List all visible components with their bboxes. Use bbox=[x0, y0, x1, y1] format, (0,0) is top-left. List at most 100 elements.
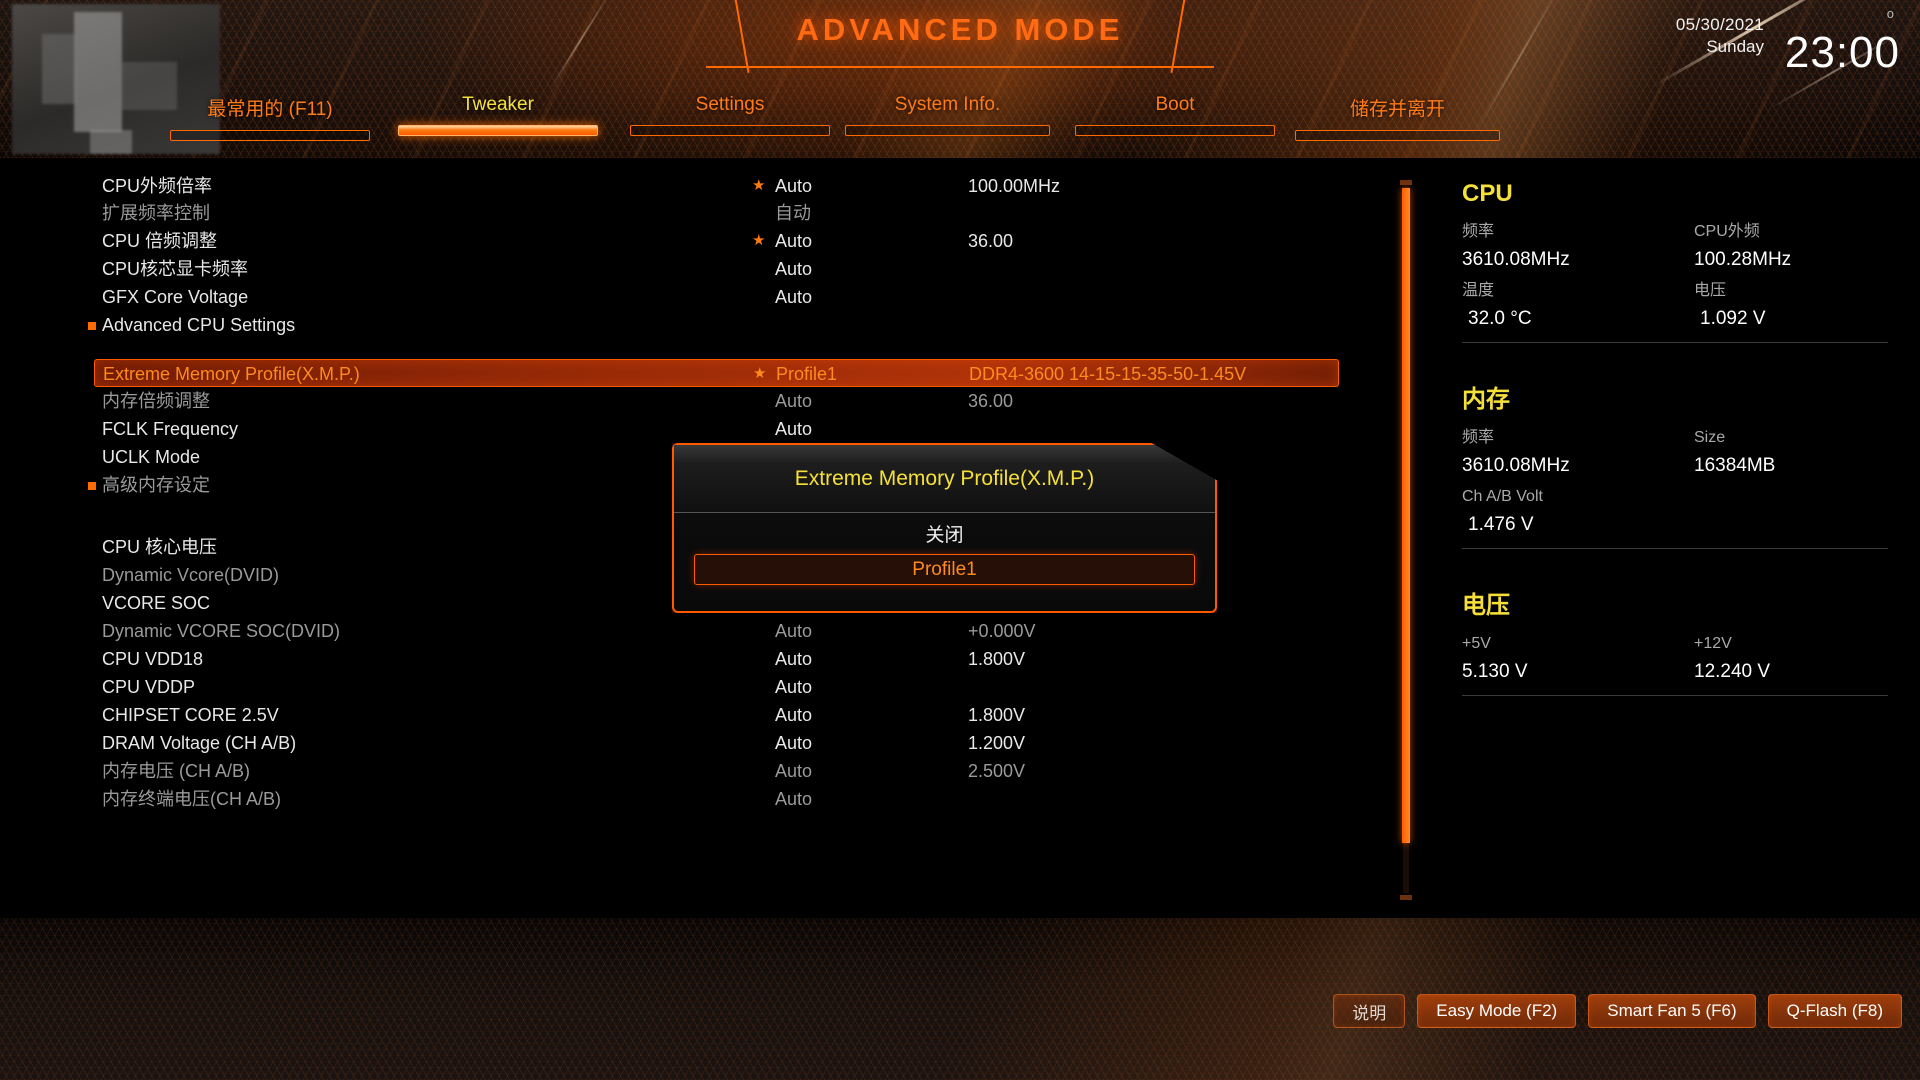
setting-value[interactable]: Auto bbox=[775, 172, 812, 200]
setting-label: UCLK Mode bbox=[102, 447, 201, 467]
setting-row[interactable]: 内存电压 (CH A/B) Auto 2.500V bbox=[0, 757, 1345, 785]
tab-label: 最常用的 (F11) bbox=[207, 99, 333, 120]
section-divider bbox=[1462, 548, 1888, 549]
degree-mark: o bbox=[1886, 6, 1894, 21]
tab-underline bbox=[630, 125, 830, 136]
setting-row[interactable]: CHIPSET CORE 2.5V Auto 1.800V bbox=[0, 701, 1345, 729]
footer-bar: 说明 Easy Mode (F2) Smart Fan 5 (F6) Q-Flash … bbox=[0, 918, 1920, 1080]
setting-label: Dynamic VCORE SOC(DVID) bbox=[102, 621, 341, 641]
monitor-section-title: 内存 bbox=[1462, 386, 1510, 413]
smart-fan-button[interactable]: Smart Fan 5 (F6) bbox=[1588, 994, 1756, 1028]
setting-value[interactable]: Auto bbox=[775, 415, 812, 443]
setting-value[interactable]: Auto bbox=[775, 645, 812, 673]
tab-label: 储存并离开 bbox=[1349, 99, 1445, 120]
monitor-cell: 频率 3610.08MHz bbox=[1440, 424, 1672, 481]
setting-value-detail: 2.500V bbox=[968, 761, 1026, 781]
setting-row[interactable]: CPU VDDP Auto bbox=[0, 673, 1345, 701]
easy-mode-button[interactable]: Easy Mode (F2) bbox=[1417, 994, 1577, 1028]
setting-row[interactable]: Advanced CPU Settings bbox=[0, 311, 1345, 339]
monitor-cell: CPU外频 100.28MHz bbox=[1672, 218, 1904, 275]
setting-value[interactable]: Auto bbox=[775, 757, 812, 785]
setting-label: VCORE SOC bbox=[102, 593, 211, 613]
setting-value-detail: 1.800V bbox=[968, 705, 1026, 725]
tab-favorites[interactable]: 最常用的 (F11) bbox=[170, 94, 370, 141]
clock-day: Sunday bbox=[1706, 37, 1764, 56]
monitor-key: 频率 bbox=[1462, 429, 1495, 446]
setting-row[interactable]: 内存终端电压(CH A/B) Auto bbox=[0, 785, 1345, 813]
setting-label: Dynamic Vcore(DVID) bbox=[102, 565, 280, 585]
tab-label: Tweaker bbox=[462, 94, 534, 115]
help-button[interactable]: 说明 bbox=[1333, 994, 1406, 1028]
setting-row[interactable]: 扩展频率控制 自动 bbox=[0, 199, 1345, 227]
setting-value[interactable]: Auto bbox=[775, 701, 812, 729]
setting-row[interactable]: CPU核芯显卡频率 Auto bbox=[0, 255, 1345, 283]
tab-tweaker[interactable]: Tweaker bbox=[398, 94, 598, 136]
setting-value[interactable]: Auto bbox=[775, 617, 812, 645]
monitor-key: 电压 bbox=[1694, 282, 1727, 299]
setting-value-detail: 1.800V bbox=[968, 649, 1026, 669]
setting-row[interactable]: CPU 倍频调整 ★ Auto 36.00 bbox=[0, 227, 1345, 255]
setting-value[interactable]: Auto bbox=[775, 227, 812, 255]
setting-row[interactable]: FCLK Frequency Auto bbox=[0, 415, 1345, 443]
tab-boot[interactable]: Boot bbox=[1075, 94, 1275, 136]
favorite-star-icon[interactable]: ★ bbox=[752, 177, 765, 195]
monitor-cell: Ch A/B Volt 1.476 V bbox=[1440, 483, 1672, 540]
monitor-key: CPU外频 bbox=[1694, 223, 1760, 240]
tab-label: Boot bbox=[1155, 94, 1195, 115]
tab-system-info[interactable]: System Info. bbox=[845, 94, 1050, 136]
dialog-option[interactable]: Profile1 bbox=[694, 554, 1195, 585]
monitor-value: 16384MB bbox=[1694, 455, 1776, 476]
setting-value[interactable]: Auto bbox=[775, 255, 812, 283]
q-flash-button[interactable]: Q-Flash (F8) bbox=[1767, 994, 1902, 1028]
monitor-key: +12V bbox=[1694, 635, 1732, 652]
submenu-arrow-icon bbox=[88, 322, 96, 330]
monitor-cell bbox=[1672, 483, 1904, 540]
scrollbar-thumb[interactable] bbox=[1402, 188, 1410, 843]
setting-value[interactable]: Auto bbox=[775, 785, 812, 813]
scrollbar-bottom-cap bbox=[1400, 895, 1412, 900]
setting-value[interactable]: Auto bbox=[775, 729, 812, 757]
setting-label: 内存终端电压(CH A/B) bbox=[102, 789, 282, 809]
page-title: ADVANCED MODE bbox=[796, 12, 1124, 47]
setting-value[interactable]: Auto bbox=[775, 283, 812, 311]
tab-label: System Info. bbox=[894, 94, 1001, 115]
setting-value[interactable]: Profile1 bbox=[776, 360, 837, 388]
dialog-title: Extreme Memory Profile(X.M.P.) bbox=[794, 466, 1095, 490]
monitor-grid: +5V 5.130 V +12V 12.240 V bbox=[1440, 630, 1910, 689]
section-divider bbox=[1462, 342, 1888, 343]
setting-value[interactable]: 自动 bbox=[775, 199, 811, 227]
submenu-arrow-icon bbox=[88, 482, 96, 490]
monitor-section: 电压 +5V 5.130 V +12V 12.240 V bbox=[1440, 585, 1910, 732]
setting-row[interactable]: GFX Core Voltage Auto bbox=[0, 283, 1345, 311]
settings-scrollbar[interactable] bbox=[1398, 180, 1414, 1068]
section-divider bbox=[1462, 695, 1888, 696]
setting-value[interactable]: Auto bbox=[775, 387, 812, 415]
setting-row[interactable]: Extreme Memory Profile(X.M.P.) ★ Profile1 D… bbox=[94, 359, 1339, 387]
setting-value-detail: 100.00MHz bbox=[968, 176, 1061, 196]
monitor-value: 12.240 V bbox=[1694, 661, 1771, 682]
main-tab-bar[interactable]: 最常用的 (F11) Tweaker Settings System Info. Boo… bbox=[0, 94, 1920, 146]
dialog-option-list[interactable]: 关闭 Profile1 bbox=[674, 518, 1215, 585]
tab-save-exit[interactable]: 储存并离开 bbox=[1295, 94, 1500, 141]
tab-underline bbox=[1075, 125, 1275, 136]
setting-label: CPU外频倍率 bbox=[102, 176, 213, 196]
tab-settings[interactable]: Settings bbox=[630, 94, 830, 136]
setting-row[interactable]: Dynamic VCORE SOC(DVID) Auto +0.000V bbox=[0, 617, 1345, 645]
footer-button-group[interactable]: 说明 Easy Mode (F2) Smart Fan 5 (F6) Q-Flash … bbox=[1333, 994, 1902, 1028]
favorite-star-icon[interactable]: ★ bbox=[753, 365, 766, 383]
setting-label: CHIPSET CORE 2.5V bbox=[102, 705, 279, 725]
clock-date: 05/30/2021 bbox=[1675, 15, 1764, 34]
dialog-option[interactable]: 关闭 bbox=[694, 518, 1195, 549]
setting-value-detail: 1.200V bbox=[968, 733, 1026, 753]
setting-row[interactable]: CPU外频倍率 ★ Auto 100.00MHz bbox=[0, 172, 1345, 200]
scrollbar-top-cap bbox=[1400, 180, 1412, 185]
monitor-key: Ch A/B Volt bbox=[1462, 488, 1543, 505]
setting-value[interactable]: Auto bbox=[775, 673, 812, 701]
bios-advanced-mode-screen: ADVANCED MODE 05/30/2021 Sunday o 23:00 … bbox=[0, 0, 1920, 1080]
setting-label: FCLK Frequency bbox=[102, 419, 239, 439]
setting-row[interactable]: 内存倍频调整 Auto 36.00 bbox=[0, 387, 1345, 415]
setting-row[interactable]: CPU VDD18 Auto 1.800V bbox=[0, 645, 1345, 673]
xmp-option-dialog[interactable]: Extreme Memory Profile(X.M.P.) 关闭 Profile… bbox=[672, 443, 1217, 613]
favorite-star-icon[interactable]: ★ bbox=[752, 232, 765, 250]
setting-row[interactable]: DRAM Voltage (CH A/B) Auto 1.200V bbox=[0, 729, 1345, 757]
